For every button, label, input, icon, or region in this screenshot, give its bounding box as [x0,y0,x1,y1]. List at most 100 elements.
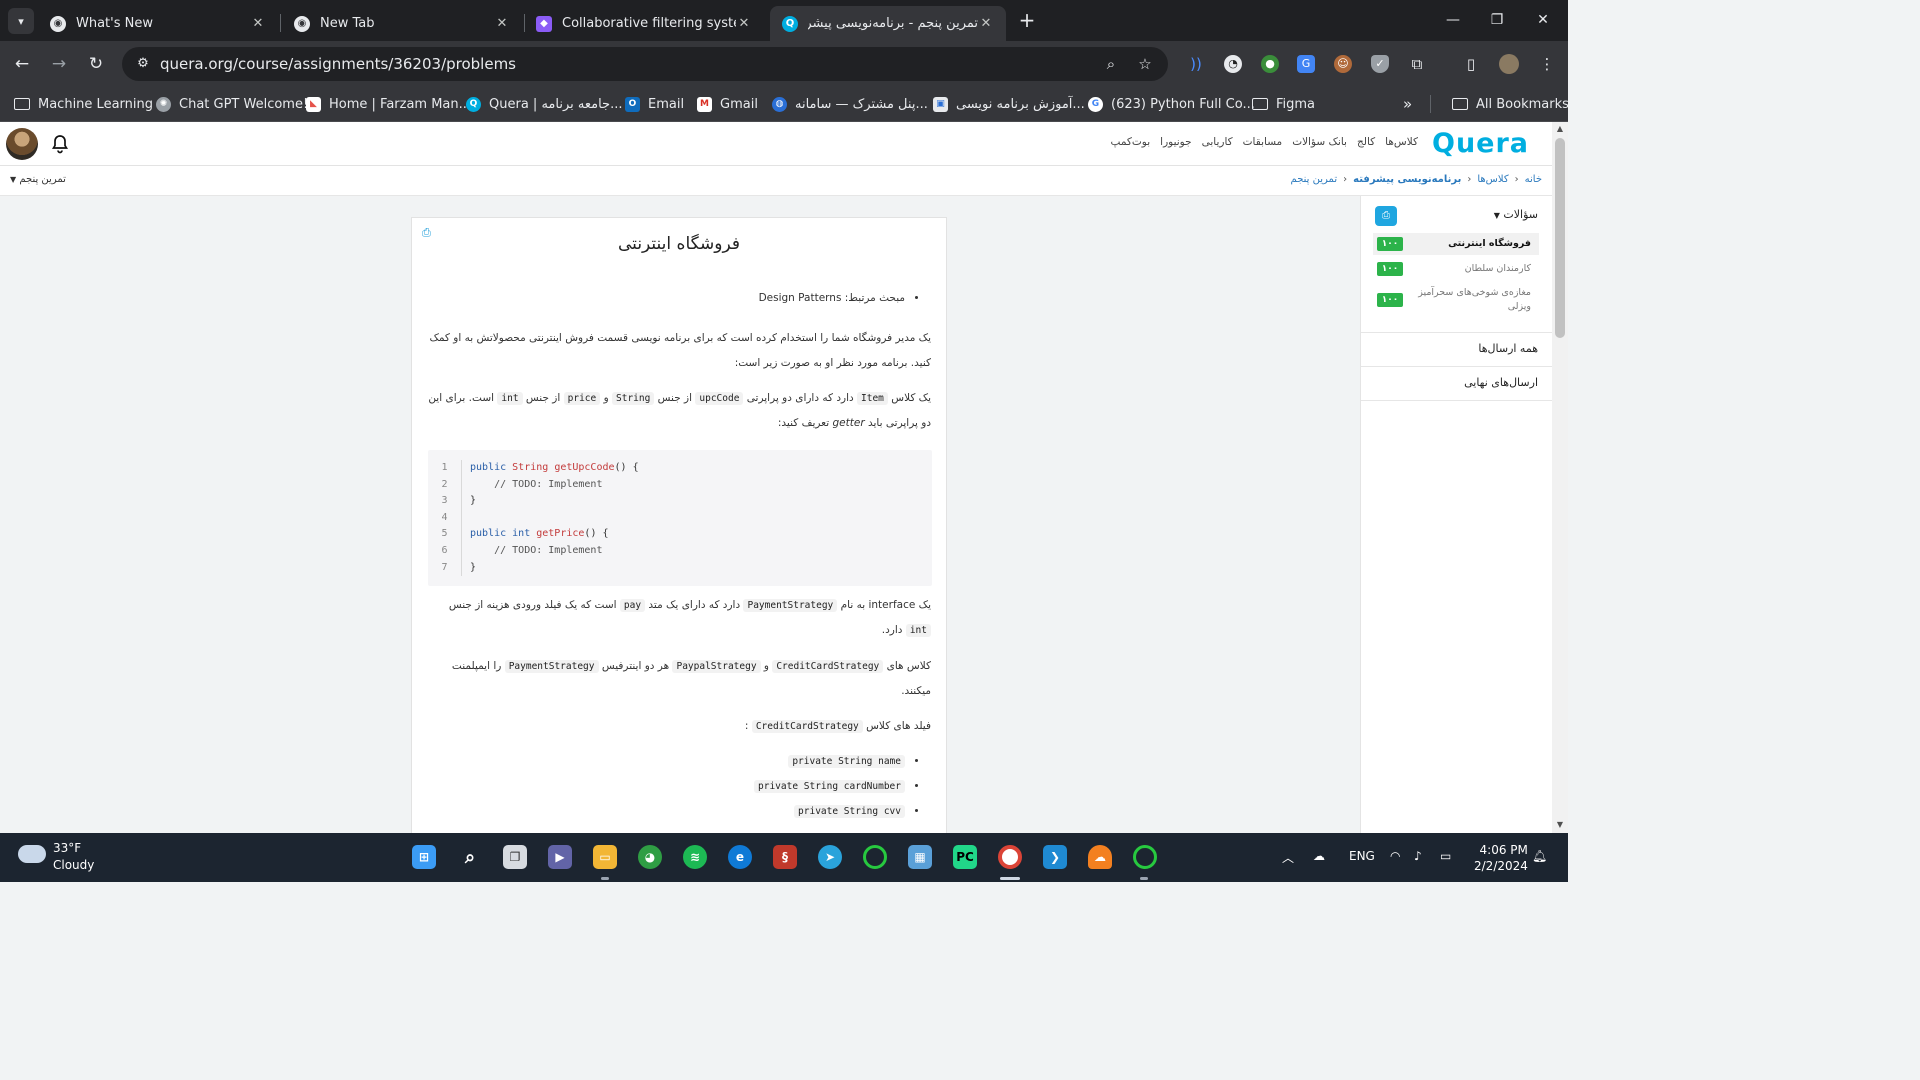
scroll-up-icon[interactable]: ▲ [1556,124,1564,133]
more-bookmarks-icon[interactable]: » [1403,94,1412,114]
nav-classes[interactable]: کلاس‌ها [1385,136,1418,148]
chrome-taskbar-icon[interactable] [998,845,1022,869]
list-item: private String name [426,749,905,774]
breadcrumb-assignment[interactable]: تمرین پنجم [1291,174,1338,185]
nav-question-bank[interactable]: بانک سؤالات [1292,136,1347,148]
extension-globe-icon[interactable]: ● [1261,55,1279,73]
close-window-icon[interactable]: ✕ [1520,6,1566,34]
bookmark-star-icon[interactable]: ☆ [1136,55,1154,73]
forward-icon[interactable]: → [47,52,71,76]
close-tab-icon[interactable]: ✕ [250,16,266,31]
circle-app-2-icon[interactable] [1133,845,1157,869]
nav-bootcamp[interactable]: بوت‌کمپ [1111,136,1151,148]
print-icon[interactable]: ⎙ [1375,206,1397,226]
extension-gauge-icon[interactable]: ◔ [1224,55,1242,73]
weather-temperature[interactable]: 33°F [53,841,81,855]
site-info-icon[interactable]: ⚙ [134,55,152,73]
teams-icon[interactable]: ▶ [548,845,572,869]
back-icon[interactable]: ← [10,52,34,76]
windows-start-icon[interactable]: ⊞ [412,845,436,869]
nav-college[interactable]: کالج [1357,136,1375,148]
shield-icon[interactable]: ✓ [1371,55,1389,73]
vscode-icon[interactable]: ❯ [1043,845,1067,869]
inline-code: PaymentStrategy [743,599,838,612]
chrome-menu-icon[interactable]: ⋮ [1538,55,1556,73]
earth-app-icon[interactable]: ◕ [638,845,662,869]
assignment-selector[interactable]: ▼ تمرین پنجم [10,174,66,185]
tab-new-tab[interactable]: ◉ New Tab ✕ [282,6,522,41]
chevron-up-icon[interactable]: ︿ [1282,849,1294,866]
reload-icon[interactable]: ↻ [84,52,108,76]
language-indicator[interactable]: ENG [1349,849,1375,863]
bookmark-chatgpt[interactable]: ✺ Chat GPT Welcome! [156,94,308,114]
quera-logo[interactable]: Quera [1432,128,1529,159]
nav-juniora[interactable]: جونیورا [1160,136,1191,148]
tab-whats-new[interactable]: ◉ What's New ✕ [38,6,278,41]
close-tab-icon[interactable]: ✕ [736,16,752,31]
bell-icon[interactable] [50,134,70,154]
minimize-icon[interactable]: — [1430,6,1476,34]
profile-avatar-icon[interactable] [1499,54,1519,74]
volume-icon[interactable]: ♪ [1414,849,1422,863]
edge-icon[interactable]: e [728,845,752,869]
bookmark-programming[interactable]: ▣ آموزش برنامه نویسی... [933,94,1085,114]
bookmark-figma[interactable]: Figma [1252,94,1315,114]
spotify-icon[interactable]: ≋ [683,845,707,869]
tab-collaborative-filtering[interactable]: ◆ Collaborative filtering system | ( ✕ [524,6,764,41]
cloud-icon[interactable] [18,845,46,863]
git-app-icon[interactable]: § [773,845,797,869]
battery-icon[interactable]: ▭ [1440,849,1451,863]
side-panel-icon[interactable]: ▯ [1462,55,1480,73]
system-clock[interactable]: 4:06 PM 2/2/2024 [1474,842,1528,874]
page-scrollbar[interactable]: ▲ ▼ [1552,122,1568,833]
all-submissions-link[interactable]: همه ارسال‌ها [1478,342,1538,355]
bookmark-quera[interactable]: Q Quera | جامعه برنامه... [466,94,622,114]
google-translate-icon[interactable]: G [1297,55,1315,73]
bookmark-gmail[interactable]: M Gmail [697,94,758,114]
close-tab-icon[interactable]: ✕ [978,16,994,31]
avatar[interactable] [6,128,38,160]
onedrive-icon[interactable]: ☁ [1313,849,1325,863]
control-panel-icon[interactable]: ▦ [908,845,932,869]
task-view-icon[interactable]: ❐ [503,845,527,869]
problem-item-online-store[interactable]: فروشگاه اینترنتی ۱۰۰ [1373,233,1539,255]
telegram-icon[interactable]: ➤ [818,845,842,869]
nav-jobs[interactable]: کاریابی [1202,136,1233,148]
wifi-icon[interactable]: ◠ [1390,849,1400,863]
all-bookmarks[interactable]: All Bookmarks [1452,94,1569,114]
bookmark-machine-learning[interactable]: Machine Learning [14,94,153,114]
scroll-down-icon[interactable]: ▼ [1556,820,1564,829]
cloudflare-icon[interactable]: ☁ [1088,845,1112,869]
problem-item-sultan-employees[interactable]: کارمندان سلطان ۱۰۰ [1373,258,1539,280]
problem-item-weasley-shop[interactable]: مغازه‌ی شوخی‌های سحرآمیز ویزلی ۱۰۰ [1373,284,1539,318]
search-icon[interactable]: ⌕ [458,845,482,869]
notification-bell-icon[interactable]: 🔔︎ [1532,849,1547,863]
final-submissions-link[interactable]: ارسال‌های نهایی [1464,376,1538,389]
extension-wave-icon[interactable]: )) [1187,55,1205,73]
extension-face-icon[interactable]: ☺ [1334,55,1352,73]
bookmark-panel[interactable]: ◍ پنل مشترک — سامانه... [772,94,928,114]
circle-app-icon[interactable] [863,845,887,869]
problems-header[interactable]: سؤالات ▼ [1494,208,1538,221]
breadcrumb-classes[interactable]: کلاس‌ها [1477,174,1508,185]
extensions-puzzle-icon[interactable]: ⧉ [1408,55,1426,73]
breadcrumb-course[interactable]: برنامه‌نویسی پیشرفته [1353,174,1461,185]
scrollbar-thumb[interactable] [1555,138,1565,338]
file-explorer-icon[interactable]: ▭ [593,845,617,869]
new-tab-icon[interactable]: + [1016,8,1038,32]
weather-condition[interactable]: Cloudy [53,858,94,872]
url-text[interactable]: quera.org/course/assignments/36203/probl… [160,55,516,73]
bookmark-email[interactable]: O Email [625,94,684,114]
pycharm-icon[interactable]: PC [953,845,977,869]
bookmark-farzam[interactable]: ◣ Home | Farzam Man... [306,94,471,114]
tab-search-dropdown-icon[interactable]: ▾ [8,8,34,34]
tab-title: تمرین پنجم - برنامه‌نویسی پیشرفته [808,16,978,31]
zoom-icon[interactable]: ⌕ [1102,55,1120,73]
tab-quera-assignment[interactable]: Q تمرین پنجم - برنامه‌نویسی پیشرفته ✕ [770,6,1006,41]
restore-icon[interactable]: ❐ [1474,6,1520,34]
close-tab-icon[interactable]: ✕ [494,16,510,31]
breadcrumb-home[interactable]: خانه [1525,174,1542,185]
address-bar[interactable]: ⚙ quera.org/course/assignments/36203/pro… [122,47,1168,81]
bookmark-python[interactable]: G (623) Python Full Co... [1088,94,1255,114]
nav-contests[interactable]: مسابقات [1243,136,1283,148]
